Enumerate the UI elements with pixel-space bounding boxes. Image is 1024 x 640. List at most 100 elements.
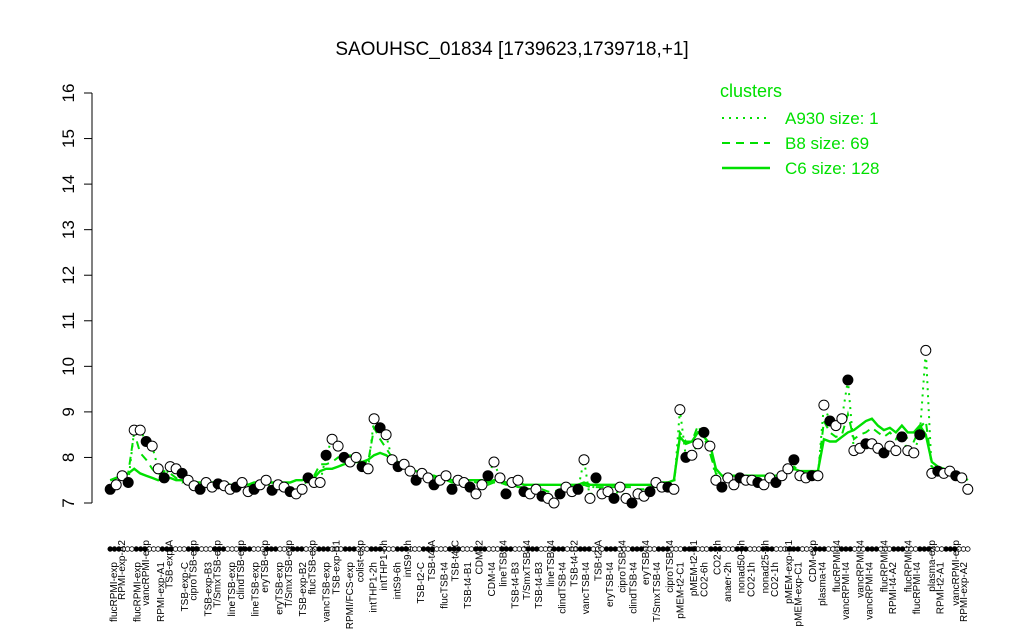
data-point xyxy=(260,474,272,486)
x-tick-label: vancTSB-t4 xyxy=(581,562,592,615)
rug-marker xyxy=(516,546,523,552)
rug-marker xyxy=(873,546,880,552)
x-tick-label: T/SmxTSB-t4 xyxy=(522,540,533,600)
x-tick-label: plasma-exp xyxy=(927,540,938,592)
rug-marker xyxy=(939,546,945,552)
data-point xyxy=(698,426,710,438)
data-point xyxy=(644,486,656,498)
x-axis-labels: flucRPMI-exp flucRPMI-exp RPMI-exp-A1 TSB-e… xyxy=(109,540,970,630)
rug-marker xyxy=(656,546,662,552)
x-tick-label: CO2-2h xyxy=(713,540,724,575)
x-tick-label: clindTSB-t4 xyxy=(628,562,639,614)
x-tick-label: flucTSB-exp xyxy=(308,540,319,595)
y-tick-label: 13 xyxy=(59,220,78,239)
rug-marker xyxy=(629,546,636,552)
x-tick-label: pMEM-t2-B1 xyxy=(689,540,700,597)
x-tick-label: TSB-t4-B2 xyxy=(570,540,581,587)
rug-marker xyxy=(150,546,157,552)
legend-title: clusters xyxy=(720,81,782,101)
x-tick-label: flucTSB-t4 xyxy=(440,562,451,609)
cluster-expression-chart: SAOUHSC_01834 [1739623,1739718,+1] 7 8 9 10… xyxy=(59,39,974,630)
rug-marker xyxy=(730,546,736,552)
data-point xyxy=(608,492,620,504)
data-point xyxy=(446,483,458,495)
data-point xyxy=(440,470,452,482)
data-point xyxy=(500,488,512,500)
data-point xyxy=(686,449,698,461)
data-point xyxy=(320,449,332,461)
data-point xyxy=(572,483,584,495)
x-tick-label: TSB-t2-C xyxy=(416,562,427,604)
data-point xyxy=(488,456,500,468)
data-point xyxy=(590,472,602,484)
x-tick-label: nonad25-6h xyxy=(760,540,771,593)
x-tick-label: CO2-6h xyxy=(699,562,710,597)
x-tick-label: flucRPMI-t4 xyxy=(880,540,891,593)
rug-marker xyxy=(346,546,353,552)
x-tick-label: vancRPMI-exp xyxy=(141,540,152,606)
rug-marker xyxy=(891,546,897,552)
x-tick-label: CO2-1h xyxy=(747,562,758,597)
x-tick-label: T/SmxTSB-t4 xyxy=(652,562,663,622)
data-point xyxy=(236,477,248,488)
data-point xyxy=(494,472,506,484)
data-point xyxy=(404,465,416,477)
data-point xyxy=(896,431,908,443)
data-point xyxy=(812,470,824,482)
data-point xyxy=(122,477,134,488)
rug-marker xyxy=(682,546,688,552)
rug-marker xyxy=(747,546,753,552)
x-tick-label: RPMI-exp-A2 xyxy=(117,540,128,600)
y-tick-label: 7 xyxy=(59,498,78,507)
rug-marker xyxy=(843,546,849,552)
rug-marker xyxy=(582,546,588,552)
y-tick-label: 16 xyxy=(59,84,78,103)
legend-label: C6 size: 128 xyxy=(785,159,880,178)
data-point xyxy=(614,481,626,493)
rug-marker xyxy=(777,546,784,552)
data-point xyxy=(956,472,968,484)
x-tick-label: TSB-t4-B3 xyxy=(534,562,545,609)
x-tick-label: TSB-exp-B1 xyxy=(332,540,343,595)
rug-marker xyxy=(373,546,379,552)
data-point xyxy=(158,472,170,484)
x-tick-label: colist-exp xyxy=(355,540,366,583)
x-tick-label: eryTSB-t4 xyxy=(605,562,616,607)
data-point xyxy=(908,447,920,459)
x-tick-label: eryTSB-exp xyxy=(260,540,271,593)
data-point xyxy=(362,463,374,475)
data-point xyxy=(314,477,326,488)
rug-marker xyxy=(394,546,401,552)
rug-marker xyxy=(825,546,832,552)
x-tick-label: TSB-t4-B3 xyxy=(510,562,521,609)
rug-marker xyxy=(534,546,540,552)
x-tick-label: T/SmxTSB-exp xyxy=(212,540,223,608)
y-tick-label: 10 xyxy=(59,357,78,376)
data-point xyxy=(704,440,716,452)
data-point xyxy=(470,488,482,500)
legend-label: B8 size: 69 xyxy=(785,134,869,153)
x-tick-label: anaer-2h xyxy=(723,562,734,602)
rug-marker xyxy=(795,546,801,552)
y-tick-label: 8 xyxy=(59,453,78,462)
x-tick-label: CDM-t2 xyxy=(474,540,485,575)
data-point xyxy=(350,451,362,463)
y-tick-label: 9 xyxy=(59,407,78,416)
x-tick-label: ciproTSB-exp xyxy=(189,540,200,601)
data-point xyxy=(296,483,308,495)
data-point xyxy=(836,413,848,425)
x-tick-label: eryTSB-t4 xyxy=(641,540,652,585)
data-point xyxy=(782,463,794,475)
rug-marker xyxy=(272,546,279,552)
x-tick-label: intTHP1-6h xyxy=(379,540,390,591)
data-point xyxy=(512,474,524,486)
x-tick-label: pMEM-exp-C1 xyxy=(794,562,805,627)
rug-marker xyxy=(965,546,971,552)
rug-marker xyxy=(251,546,257,552)
data-point xyxy=(914,429,926,441)
x-tick-label: TSB-t4-B1 xyxy=(463,562,474,609)
x-tick-label: CDM-exp xyxy=(808,540,819,583)
data-point xyxy=(578,454,590,466)
rug-marker xyxy=(224,546,231,552)
data-point xyxy=(152,463,164,475)
